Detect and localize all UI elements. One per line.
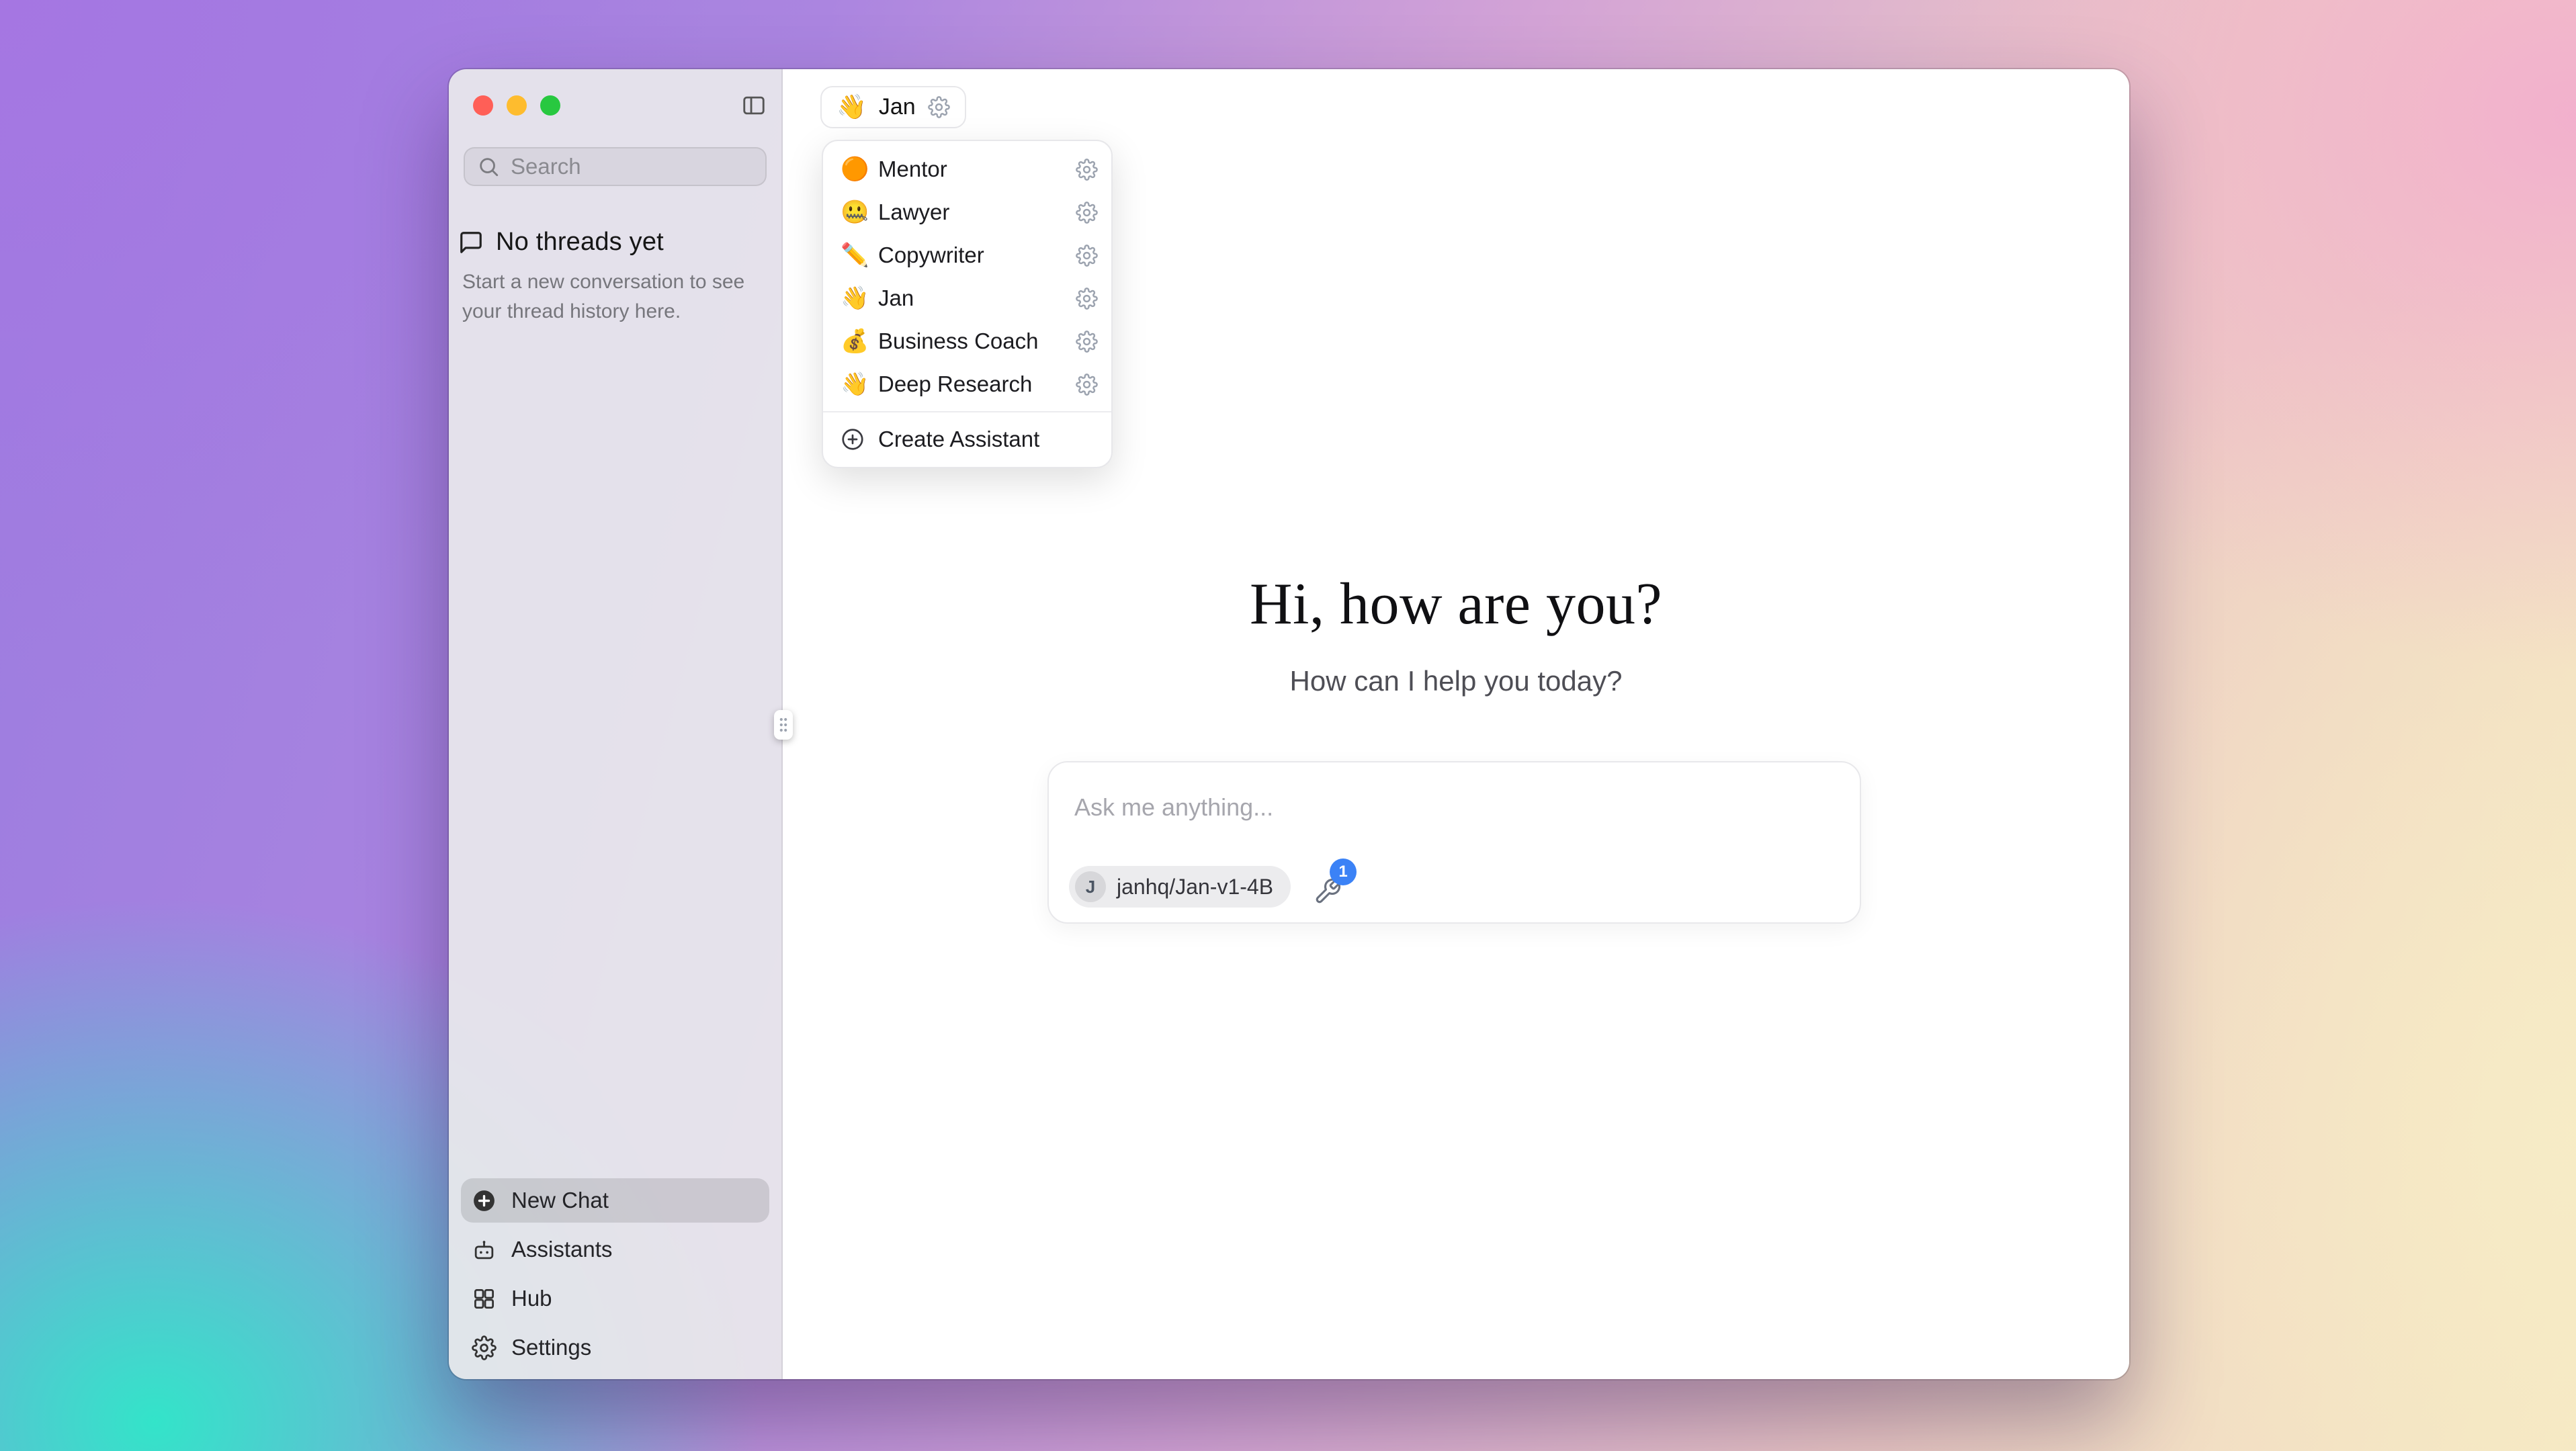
menu-item-copywriter[interactable]: ✏️ Copywriter: [823, 234, 1111, 277]
menu-item-label: Mentor: [878, 157, 1076, 182]
sidebar-toggle-icon[interactable]: [741, 93, 767, 118]
assistant-dropdown-menu: 🟠 Mentor 🤐 Lawyer ✏️ Copywriter 👋 Jan 💰: [822, 140, 1113, 468]
sidebar-item-settings[interactable]: Settings: [461, 1325, 769, 1370]
assistant-emoji: 👋: [841, 373, 878, 396]
gear-icon[interactable]: [1076, 373, 1098, 396]
gear-icon[interactable]: [1076, 245, 1098, 267]
hero-subtitle: How can I help you today?: [783, 665, 2129, 697]
welcome-hero: Hi, how are you? How can I help you toda…: [783, 570, 2129, 697]
menu-item-label: Business Coach: [878, 328, 1076, 354]
nav-item-label: New Chat: [511, 1188, 609, 1213]
topbar: 👋 Jan: [783, 69, 2129, 144]
menu-item-label: Copywriter: [878, 243, 1076, 268]
threads-empty-title-row: No threads yet: [458, 228, 765, 257]
assistant-name: Jan: [879, 94, 916, 120]
minimize-window-button[interactable]: [507, 95, 527, 116]
plus-circle-icon: [841, 427, 865, 451]
tools-count-badge: 1: [1330, 859, 1357, 885]
sidebar: No threads yet Start a new conversation …: [449, 69, 783, 1379]
menu-item-label: Jan: [878, 285, 1076, 311]
sidebar-item-new-chat[interactable]: New Chat: [461, 1178, 769, 1223]
gear-icon[interactable]: [1076, 202, 1098, 224]
assistant-emoji: 👋: [841, 287, 878, 310]
app-window: No threads yet Start a new conversation …: [449, 69, 2129, 1379]
titlebar: [464, 95, 767, 116]
menu-divider: [823, 411, 1111, 412]
sidebar-item-assistants[interactable]: Assistants: [461, 1227, 769, 1272]
sidebar-resize-handle[interactable]: [774, 710, 793, 740]
assistant-emoji: 🟠: [841, 158, 878, 181]
gear-icon[interactable]: [1076, 288, 1098, 310]
zoom-window-button[interactable]: [540, 95, 560, 116]
chat-bubble-icon: [458, 230, 484, 255]
sidebar-nav: New Chat Assistants Hub Settings: [449, 1178, 781, 1379]
composer-toolbar: J janhq/Jan-v1-4B 1: [1069, 866, 1348, 908]
traffic-lights: [473, 95, 560, 116]
model-selector[interactable]: J janhq/Jan-v1-4B: [1069, 866, 1291, 908]
menu-item-deep-research[interactable]: 👋 Deep Research: [823, 363, 1111, 406]
assistant-emoji: 🤐: [841, 201, 878, 224]
model-name: janhq/Jan-v1-4B: [1117, 875, 1273, 899]
threads-empty-description: Start a new conversation to see your thr…: [462, 267, 766, 326]
nav-item-label: Assistants: [511, 1237, 612, 1262]
assistant-emoji: 💰: [841, 330, 878, 353]
tools-button[interactable]: 1: [1314, 868, 1348, 906]
grip-dots-icon: [778, 716, 789, 734]
threads-empty-state: No threads yet Start a new conversation …: [449, 186, 781, 326]
plus-circle-icon: [472, 1188, 497, 1213]
menu-item-jan[interactable]: 👋 Jan: [823, 277, 1111, 320]
sidebar-top: [449, 69, 781, 186]
create-assistant-label: Create Assistant: [878, 427, 1039, 452]
gear-icon[interactable]: [1076, 331, 1098, 353]
chat-composer[interactable]: Ask me anything... J janhq/Jan-v1-4B 1: [1047, 761, 1861, 924]
menu-item-label: Deep Research: [878, 371, 1076, 397]
gear-icon: [472, 1335, 497, 1360]
search-box[interactable]: [464, 147, 767, 186]
menu-item-business-coach[interactable]: 💰 Business Coach: [823, 320, 1111, 363]
nav-item-label: Settings: [511, 1335, 591, 1360]
assistant-selector-button[interactable]: 👋 Jan: [820, 86, 966, 128]
assistant-emoji: ✏️: [841, 244, 878, 267]
search-icon: [477, 155, 500, 178]
menu-item-label: Lawyer: [878, 200, 1076, 225]
hero-title: Hi, how are you?: [783, 570, 2129, 638]
model-avatar: J: [1075, 871, 1106, 902]
menu-item-lawyer[interactable]: 🤐 Lawyer: [823, 191, 1111, 234]
gear-icon[interactable]: [1076, 159, 1098, 181]
grid-icon: [472, 1286, 497, 1311]
search-input[interactable]: [511, 154, 753, 179]
menu-item-mentor[interactable]: 🟠 Mentor: [823, 148, 1111, 191]
chat-input[interactable]: Ask me anything...: [1074, 793, 1273, 822]
create-assistant-button[interactable]: Create Assistant: [823, 418, 1111, 461]
main-panel: 👋 Jan 🟠 Mentor 🤐 Lawyer ✏️ Copywriter: [783, 69, 2129, 1379]
threads-empty-title: No threads yet: [496, 228, 664, 257]
sidebar-item-hub[interactable]: Hub: [461, 1276, 769, 1321]
nav-item-label: Hub: [511, 1286, 552, 1311]
assistant-emoji: 👋: [836, 95, 867, 119]
close-window-button[interactable]: [473, 95, 493, 116]
robot-icon: [472, 1237, 497, 1262]
gear-icon[interactable]: [928, 96, 950, 118]
